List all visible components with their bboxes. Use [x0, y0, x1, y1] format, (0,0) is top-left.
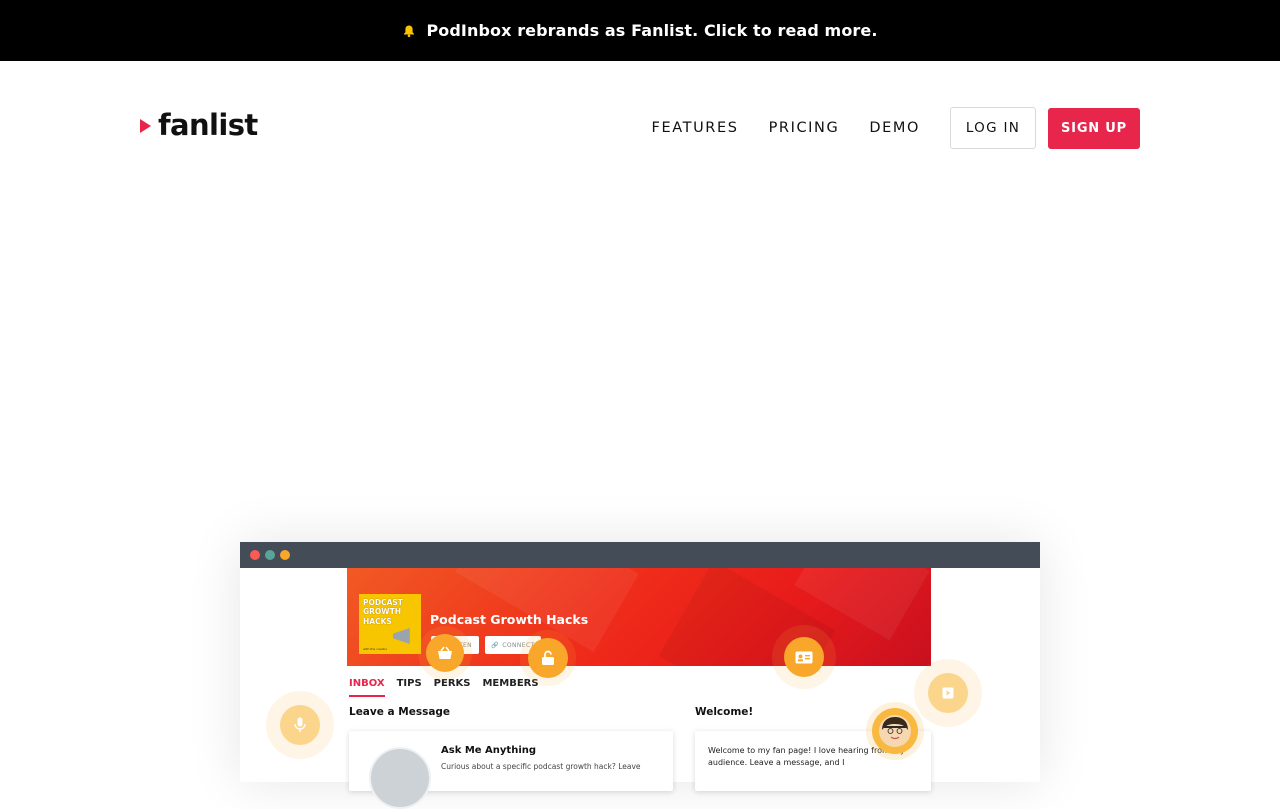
bell-icon: [404, 25, 415, 37]
link-icon: 🔗: [491, 641, 500, 649]
signup-button[interactable]: SIGN UP: [1048, 107, 1140, 149]
window-minimize-dot: [265, 550, 275, 560]
cover-title: PODCAST GROWTH HACKS: [363, 598, 403, 626]
window-close-dot: [250, 550, 260, 560]
id-card-icon: [772, 625, 836, 689]
tab-members[interactable]: MEMBERS: [482, 678, 538, 697]
nav-pricing[interactable]: PRICING: [769, 120, 840, 136]
login-button[interactable]: LOG IN: [950, 107, 1036, 149]
tab-perks[interactable]: PERKS: [434, 678, 471, 697]
welcome-heading: Welcome!: [695, 706, 754, 718]
leave-message-heading: Leave a Message: [349, 706, 451, 718]
play-triangle-icon: [140, 118, 151, 133]
nav-features[interactable]: FEATURES: [652, 120, 739, 136]
megaphone-icon: [393, 628, 410, 644]
cover-subtitle: with the creator: [363, 647, 387, 651]
basket-icon: [418, 626, 472, 680]
ama-title: Ask Me Anything: [441, 745, 537, 756]
fanlist-logo[interactable]: fanlist: [140, 111, 258, 140]
main-nav: FEATURES PRICING DEMO LOG IN SIGN UP: [652, 107, 1140, 149]
ama-description: Curious about a specific podcast growth …: [441, 762, 641, 771]
preview-tabs: INBOX TIPS PERKS MEMBERS: [349, 678, 551, 697]
announcement-text: PodInbox rebrands as Fanlist. Click to r…: [426, 21, 878, 40]
tab-inbox[interactable]: INBOX: [349, 678, 385, 697]
tab-tips[interactable]: TIPS: [397, 678, 422, 697]
unlock-icon: [520, 630, 576, 686]
podcast-cover-art: PODCAST GROWTH HACKS with the creator: [359, 594, 421, 654]
podcast-title: Podcast Growth Hacks: [430, 612, 589, 627]
app-preview-window: PODCAST GROWTH HACKS with the creator Po…: [240, 542, 1040, 809]
window-titlebar: [240, 542, 1040, 568]
microphone-icon: [266, 691, 334, 759]
window-zoom-dot: [280, 550, 290, 560]
announcement-bar[interactable]: PodInbox rebrands as Fanlist. Click to r…: [0, 0, 1280, 61]
ama-card[interactable]: Ask Me Anything Curious about a specific…: [349, 731, 673, 809]
avatar: [866, 702, 924, 760]
site-header: fanlist FEATURES PRICING DEMO LOG IN SIG…: [0, 61, 1280, 193]
play-icon: [914, 659, 982, 727]
host-avatar: [369, 747, 431, 809]
logo-wordmark: fanlist: [158, 108, 258, 142]
nav-demo[interactable]: DEMO: [869, 120, 920, 136]
